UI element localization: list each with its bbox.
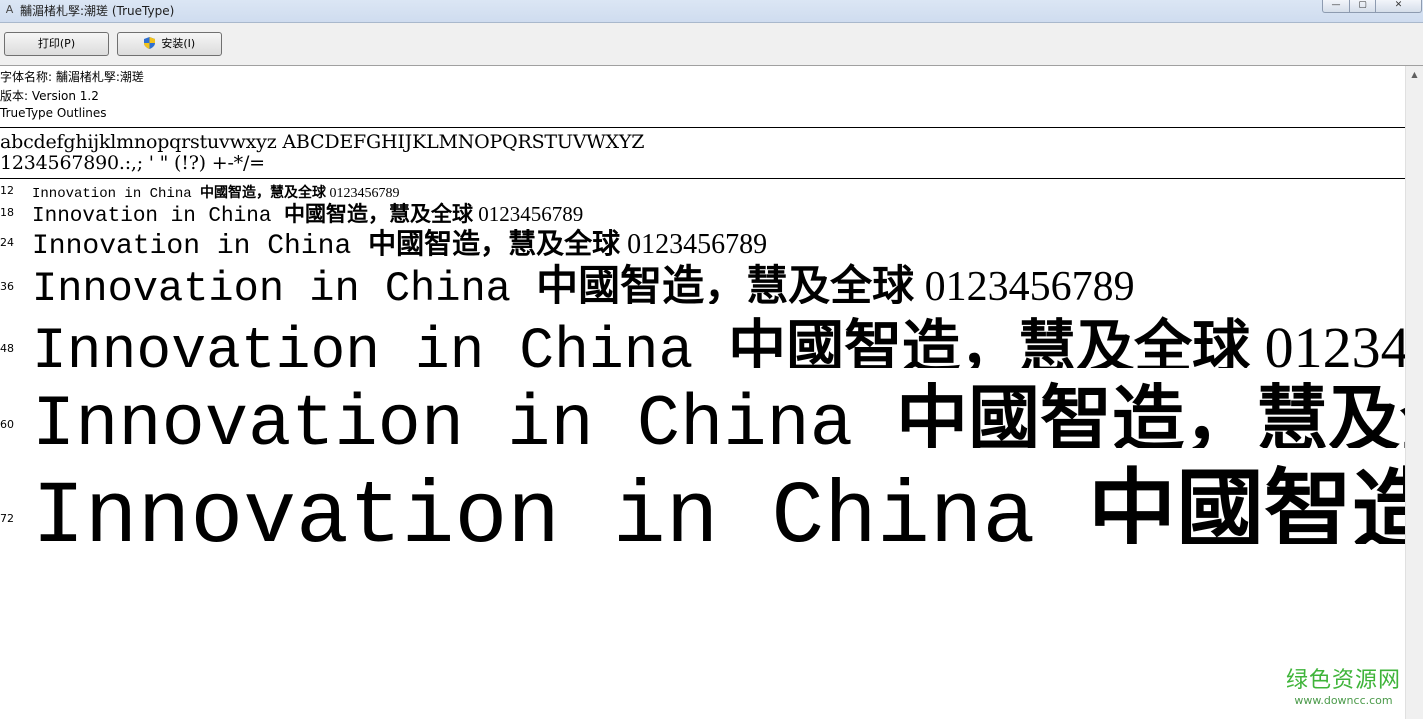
print-button-label: 打印(P)	[37, 37, 76, 50]
uac-shield-icon	[143, 37, 155, 49]
sample-text: Innovation in China 中國智造，慧及全球 0123456789	[32, 377, 1405, 448]
toolbar: 打印(P) 安装(I)	[0, 23, 1423, 66]
app-icon: A	[5, 3, 14, 16]
maximize-button[interactable]: ▢	[1349, 0, 1376, 13]
size-label: 72	[0, 512, 14, 525]
charset-letters: abcdefghijklmnopqrstuvwxyz ABCDEFGHIJKLM…	[0, 131, 645, 153]
font-preview-area: 字体名称: 黼湄楮札孯:潮瑳 版本: Version 1.2 TrueType …	[0, 66, 1405, 719]
close-button[interactable]: ✕	[1375, 0, 1422, 13]
watermark-text: 绿色资源网	[1285, 668, 1401, 693]
size-label: 12	[0, 184, 14, 197]
size-label: 36	[0, 280, 14, 293]
divider	[0, 127, 1405, 128]
sample-row-36: 36 Innovation in China 中國智造，慧及全球 0123456…	[0, 252, 1405, 304]
print-button[interactable]: 打印(P)	[4, 32, 109, 56]
window-title: 黼湄楮札孯:潮瑳 (TrueType)	[20, 4, 175, 18]
sample-text: Innovation in China 中國智造，慧及全球 0123456789	[32, 459, 1405, 544]
vertical-scrollbar[interactable]: ▲	[1405, 66, 1423, 719]
watermark: 绿色资源网 www.downcc.com	[1286, 662, 1401, 707]
sample-text: Innovation in China 中國智造，慧及全球 0123456789	[32, 313, 1405, 368]
sample-row-48: 48 Innovation in China 中國智造，慧及全球 0123456…	[0, 300, 1405, 368]
size-label: 60	[0, 418, 14, 431]
sample-row-60: 60 Innovation in China 中國智造，慧及全球 0123456…	[0, 360, 1405, 448]
font-version-line: 版本: Version 1.2	[0, 89, 99, 103]
size-label: 48	[0, 342, 14, 355]
sample-text: Innovation in China 中國智造，慧及全球 0123456789	[32, 261, 1135, 304]
size-label: 24	[0, 236, 14, 249]
font-outline-line: TrueType Outlines	[0, 106, 107, 120]
font-name-line: 字体名称: 黼湄楮札孯:潮瑳	[0, 70, 144, 84]
watermark-url: www.downcc.com	[1294, 694, 1393, 707]
scroll-up-arrow-icon[interactable]: ▲	[1406, 66, 1423, 83]
install-button-label: 安装(I)	[161, 37, 196, 50]
charset-symbols: 1234567890.:,; ' " (!?) +-*/=	[0, 152, 265, 174]
install-button[interactable]: 安装(I)	[117, 32, 222, 56]
minimize-button[interactable]: —	[1322, 0, 1350, 13]
divider	[0, 178, 1405, 179]
title-bar: A 黼湄楮札孯:潮瑳 (TrueType) — ▢ ✕	[0, 0, 1423, 23]
size-label: 18	[0, 206, 14, 219]
sample-row-72: 72 Innovation in China 中國智造，慧及全球 0123456…	[0, 440, 1405, 544]
